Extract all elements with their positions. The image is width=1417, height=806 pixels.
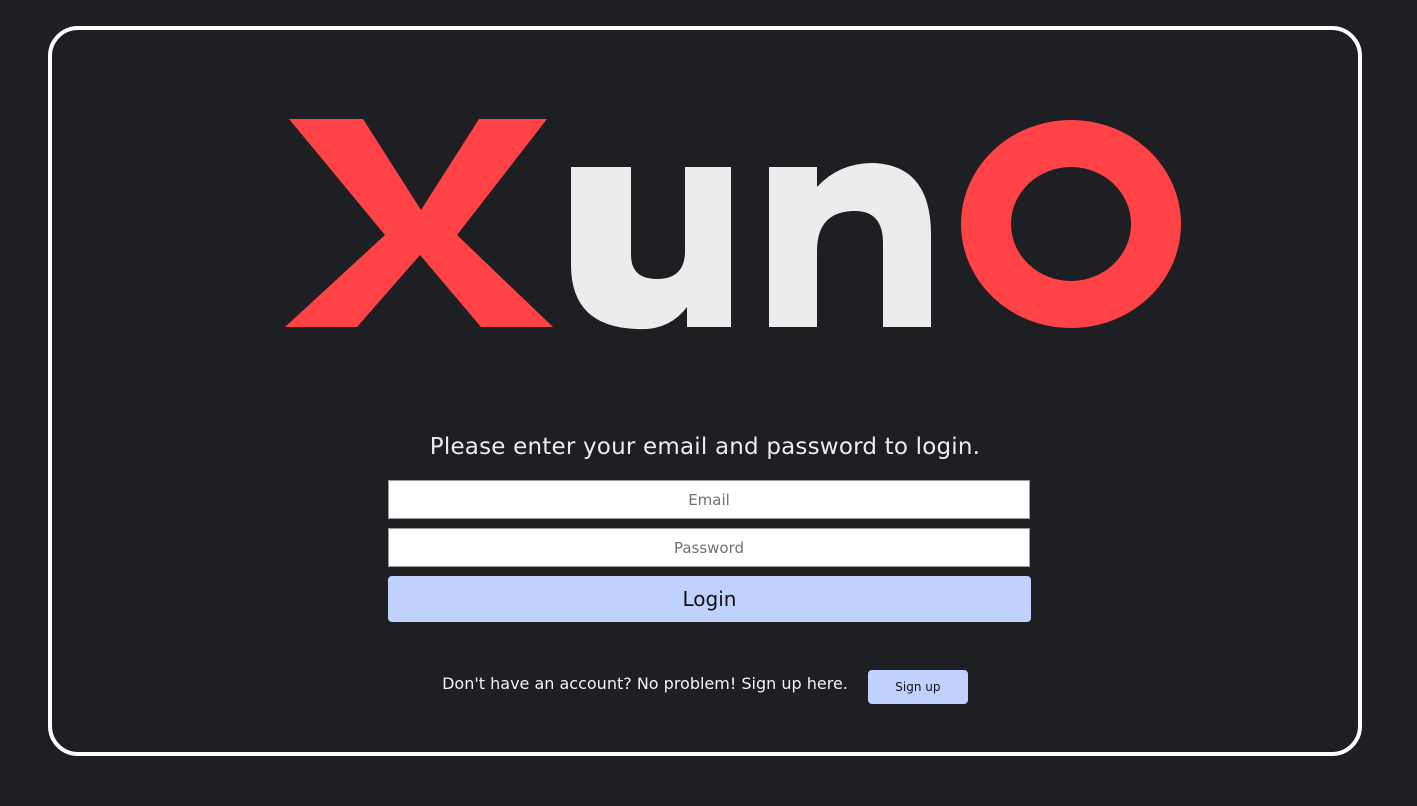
login-prompt: Please enter your email and password to … xyxy=(429,434,981,460)
logo-letter-u xyxy=(571,167,731,330)
logo-letter-x xyxy=(285,119,553,327)
logo-letter-n xyxy=(769,163,931,327)
xuno-logo-mark xyxy=(285,119,1181,330)
signup-prompt: Don't have an account? No problem! Sign … xyxy=(442,673,848,693)
xuno-logo xyxy=(52,90,1358,330)
password-field[interactable] xyxy=(388,528,1030,567)
login-button[interactable]: Login xyxy=(388,576,1031,622)
signup-row: Don't have an account? No problem! Sign … xyxy=(52,670,1358,704)
signup-button[interactable]: Sign up xyxy=(867,670,968,704)
logo-letter-o-counter xyxy=(1011,167,1131,281)
email-field[interactable] xyxy=(388,480,1030,519)
login-card: Please enter your email and password to … xyxy=(48,26,1362,756)
